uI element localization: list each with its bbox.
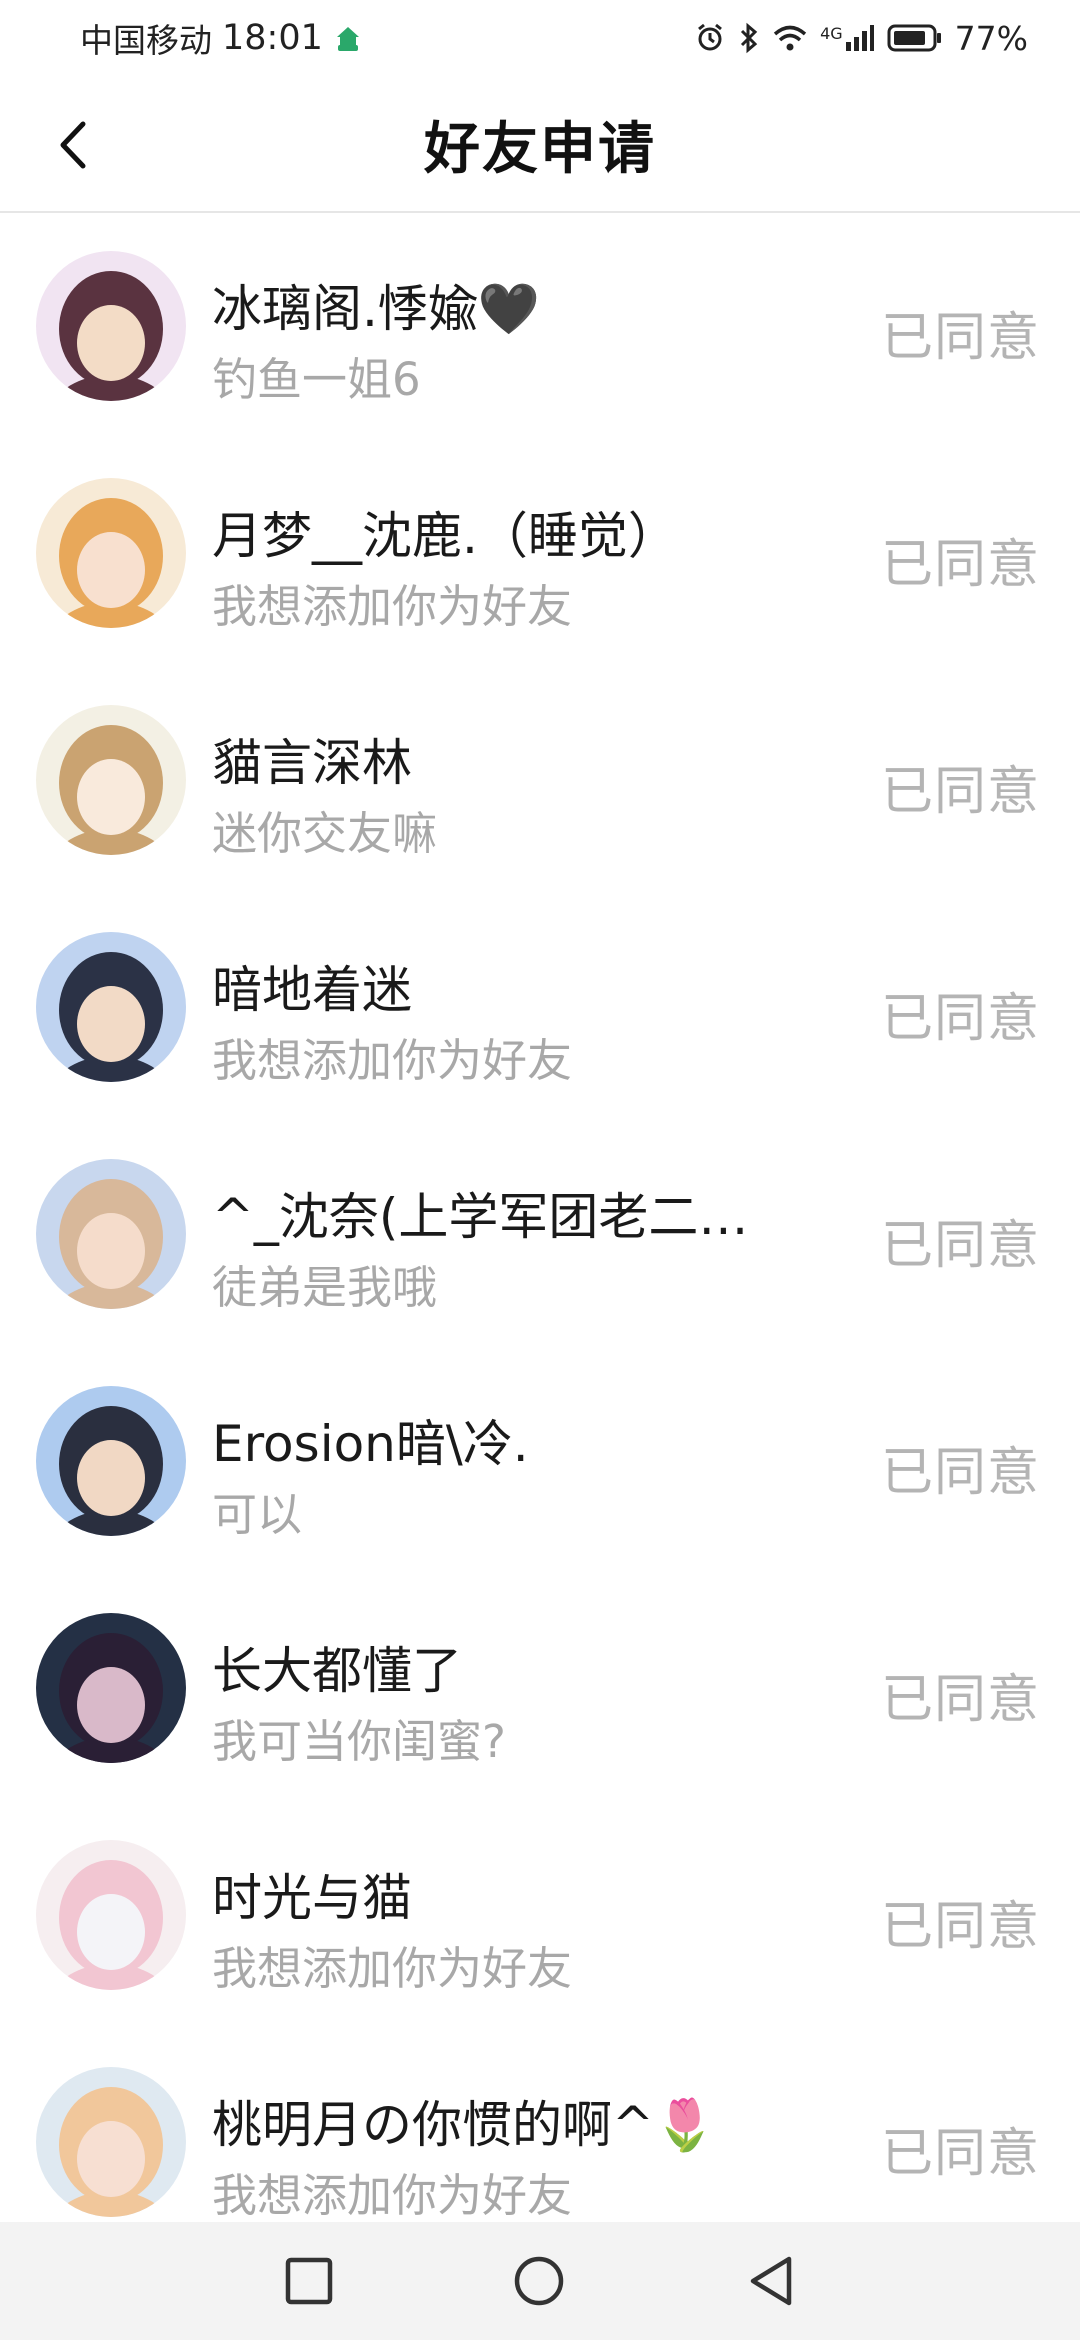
request-status: 已同意 bbox=[880, 989, 1040, 1049]
request-status: 已同意 bbox=[880, 535, 1040, 595]
request-status: 已同意 bbox=[880, 308, 1040, 368]
home-button[interactable] bbox=[508, 2250, 570, 2312]
request-message: 我想添加你为好友 bbox=[212, 1034, 573, 1087]
request-message: 钓鱼一姐6 bbox=[212, 353, 421, 406]
request-message: 徒弟是我哦 bbox=[212, 1261, 438, 1314]
friend-request-item[interactable]: 暗地着迷 我想添加你为好友 已同意 bbox=[0, 894, 1080, 1121]
request-message: 可以 bbox=[212, 1488, 303, 1541]
friend-request-list: 冰璃阁.悸婾🖤 钓鱼一姐6 已同意 月梦__沈鹿.（睡觉） 我想添加你为好友 已… bbox=[0, 213, 1080, 2256]
avatar[interactable] bbox=[36, 1159, 186, 1309]
signal-icon: 4G bbox=[820, 24, 875, 52]
back-icon bbox=[750, 2256, 792, 2306]
request-name: 桃明月の你惯的啊^🌷 bbox=[212, 2096, 717, 2154]
request-message: 我可当你闺蜜? bbox=[212, 1715, 506, 1768]
friend-request-item[interactable]: 月梦__沈鹿.（睡觉） 我想添加你为好友 已同意 bbox=[0, 440, 1080, 667]
request-name: 貓言深林 bbox=[212, 734, 412, 792]
system-nav-bar bbox=[0, 2222, 1080, 2340]
battery-icon bbox=[887, 23, 943, 53]
carrier-label: 中国移动 bbox=[80, 21, 212, 60]
request-name: 暗地着迷 bbox=[212, 961, 412, 1019]
wifi-icon bbox=[772, 23, 808, 53]
avatar[interactable] bbox=[36, 478, 186, 628]
app-home-icon bbox=[333, 23, 363, 53]
status-bar-right: 4G 77% bbox=[694, 19, 1028, 58]
avatar[interactable] bbox=[36, 705, 186, 855]
recent-apps-button[interactable] bbox=[278, 2250, 340, 2312]
avatar[interactable] bbox=[36, 251, 186, 401]
battery-percent: 77% bbox=[954, 18, 1028, 58]
avatar-image bbox=[36, 1386, 186, 1536]
clock: 18:01 bbox=[222, 18, 323, 58]
request-name: 长大都懂了 bbox=[212, 1642, 462, 1700]
avatar[interactable] bbox=[36, 1840, 186, 1990]
avatar-image bbox=[36, 251, 186, 401]
request-status: 已同意 bbox=[880, 2124, 1040, 2184]
friend-request-item[interactable]: 貓言深林 迷你交友嘛 已同意 bbox=[0, 667, 1080, 894]
status-bar: 中国移动 18:01 4G 77% bbox=[0, 0, 1080, 76]
friend-request-item[interactable]: 时光与猫 我想添加你为好友 已同意 bbox=[0, 1802, 1080, 2029]
app-header: 好友申请 bbox=[0, 76, 1080, 213]
request-status: 已同意 bbox=[880, 1216, 1040, 1276]
request-message: 迷你交友嘛 bbox=[212, 807, 438, 860]
friend-request-item[interactable]: 冰璃阁.悸婾🖤 钓鱼一姐6 已同意 bbox=[0, 213, 1080, 440]
network-type: 4G bbox=[820, 24, 843, 43]
request-status: 已同意 bbox=[880, 762, 1040, 822]
avatar-image bbox=[36, 478, 186, 628]
avatar-image bbox=[36, 1159, 186, 1309]
page-title: 好友申请 bbox=[424, 117, 656, 182]
avatar[interactable] bbox=[36, 932, 186, 1082]
friend-request-item[interactable]: ^_沈奈(上学军团老二… 徒弟是我哦 已同意 bbox=[0, 1121, 1080, 1348]
alarm-icon bbox=[694, 22, 726, 54]
request-name: ^_沈奈(上学军团老二… bbox=[212, 1188, 749, 1246]
avatar-image bbox=[36, 2067, 186, 2217]
request-name: 冰璃阁.悸婾🖤 bbox=[212, 280, 541, 338]
recent-apps-icon bbox=[285, 2257, 333, 2305]
request-message: 我想添加你为好友 bbox=[212, 2169, 573, 2222]
avatar-image bbox=[36, 932, 186, 1082]
request-status: 已同意 bbox=[880, 1897, 1040, 1957]
avatar-image bbox=[36, 705, 186, 855]
request-name: 时光与猫 bbox=[212, 1869, 412, 1927]
friend-request-item[interactable]: 长大都懂了 我可当你闺蜜? 已同意 bbox=[0, 1575, 1080, 1802]
request-status: 已同意 bbox=[880, 1443, 1040, 1503]
home-icon bbox=[514, 2256, 564, 2306]
avatar-image bbox=[36, 1613, 186, 1763]
request-status: 已同意 bbox=[880, 1670, 1040, 1730]
status-bar-left: 中国移动 18:01 bbox=[80, 14, 363, 62]
bluetooth-icon bbox=[738, 22, 760, 54]
friend-request-item[interactable]: Erosion暗\冷. 可以 已同意 bbox=[0, 1348, 1080, 1575]
avatar-image bbox=[36, 1840, 186, 1990]
avatar[interactable] bbox=[36, 2067, 186, 2217]
request-message: 我想添加你为好友 bbox=[212, 1942, 573, 1995]
back-nav-button[interactable] bbox=[740, 2250, 802, 2312]
request-name: 月梦__沈鹿.（睡觉） bbox=[212, 507, 678, 565]
request-message: 我想添加你为好友 bbox=[212, 580, 573, 633]
avatar[interactable] bbox=[36, 1613, 186, 1763]
avatar[interactable] bbox=[36, 1386, 186, 1536]
request-name: Erosion暗\冷. bbox=[212, 1415, 529, 1473]
